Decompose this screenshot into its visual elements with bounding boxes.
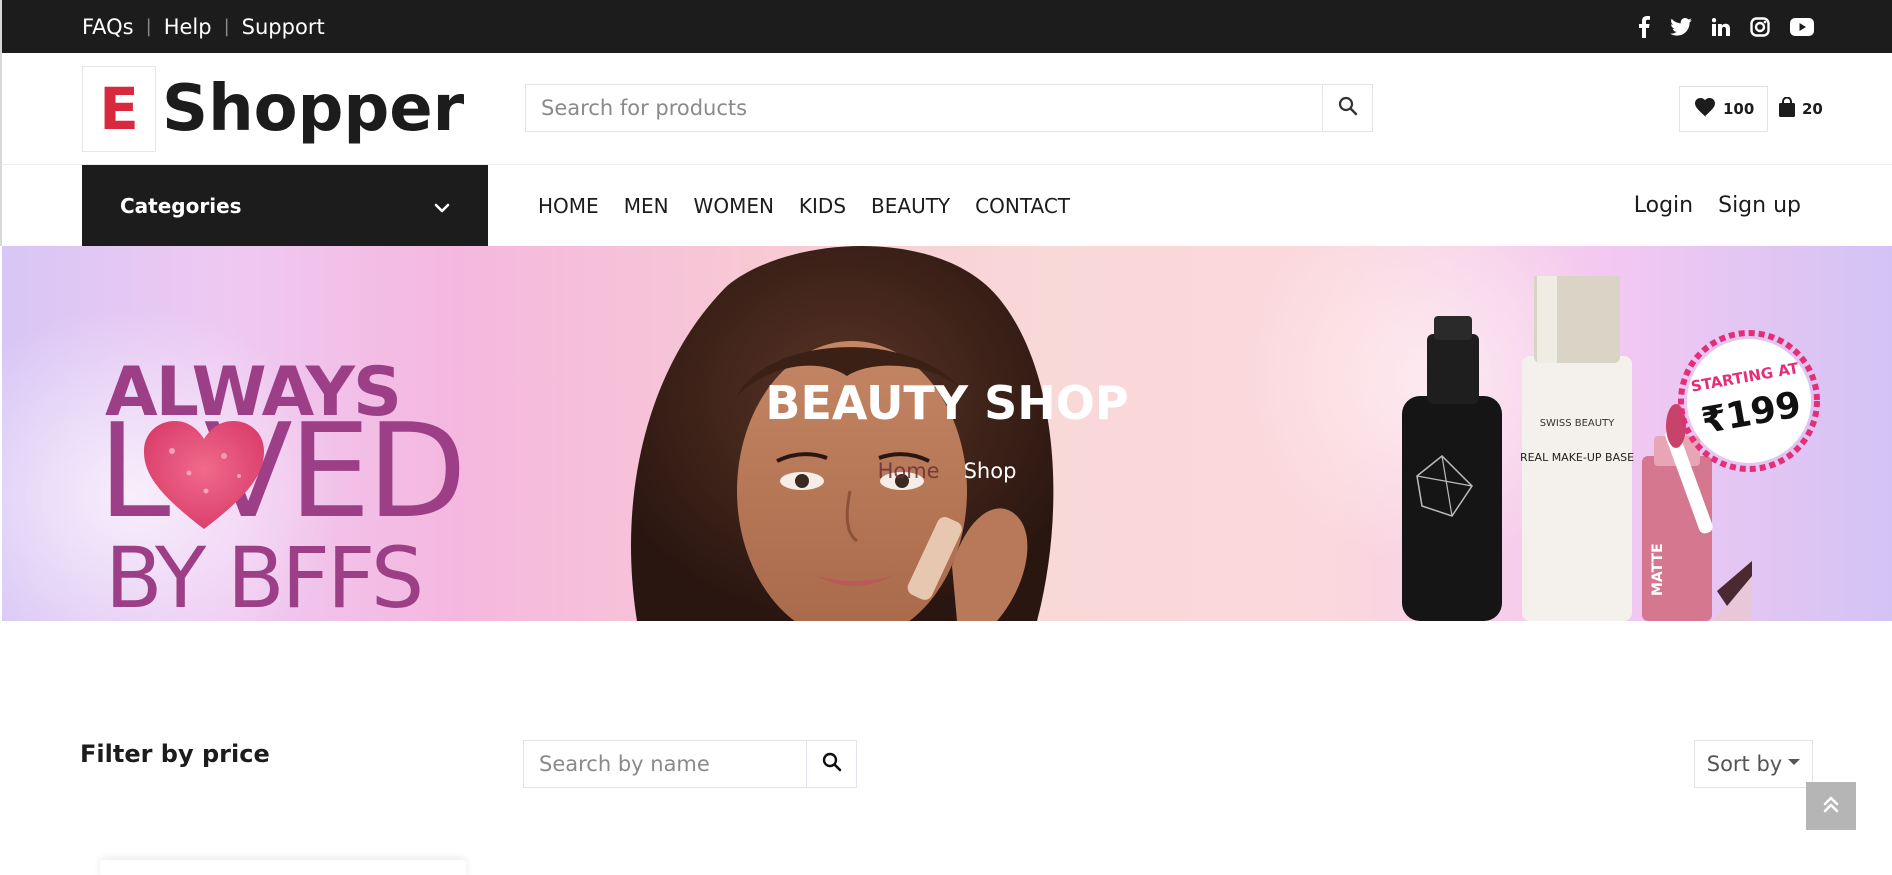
filter-by-price-heading: Filter by price [80, 740, 270, 768]
nav-item-home[interactable]: HOME [538, 194, 599, 218]
login-link[interactable]: Login [1634, 193, 1693, 218]
sort-by-dropdown[interactable]: Sort by [1694, 740, 1813, 788]
twitter-icon[interactable] [1670, 17, 1692, 36]
site-logo[interactable]: E Shopper [82, 66, 464, 152]
product-search-input[interactable] [526, 85, 1322, 131]
caret-down-icon [1788, 759, 1801, 765]
auth-links: Login Sign up [1634, 165, 1801, 246]
cart-button[interactable]: 20 [1768, 86, 1823, 132]
nav-item-men[interactable]: MEN [624, 194, 669, 218]
signup-link[interactable]: Sign up [1718, 193, 1801, 218]
product-search [525, 84, 1373, 132]
name-search-input[interactable] [524, 741, 806, 787]
support-link[interactable]: Support [242, 15, 325, 39]
nav-item-contact[interactable]: CONTACT [975, 194, 1070, 218]
product-label: SWISS BEAUTY [1540, 418, 1616, 429]
header-counters: 100 20 [1679, 86, 1823, 132]
breadcrumb-current: Shop [963, 459, 1017, 483]
search-icon [822, 752, 842, 776]
categories-dropdown[interactable]: Categories [82, 165, 488, 246]
nav-item-beauty[interactable]: BEAUTY [871, 194, 950, 218]
wishlist-count: 100 [1723, 100, 1755, 118]
model-image [617, 246, 1157, 621]
product-label: REAL MAKE-UP BASE [1520, 451, 1634, 464]
youtube-icon[interactable] [1790, 17, 1814, 36]
nav-item-women[interactable]: WOMEN [694, 194, 774, 218]
sort-by-label: Sort by [1706, 752, 1783, 776]
help-link[interactable]: Help [164, 15, 212, 39]
double-chevron-up-icon [1822, 794, 1840, 818]
price-filter-card [100, 860, 466, 875]
site-header: E Shopper 100 20 [0, 53, 1892, 165]
shopping-bag-icon [1778, 96, 1796, 121]
product-label: MATTE [1650, 543, 1666, 596]
name-search [523, 740, 857, 788]
main-nav: HOME MEN WOMEN KIDS BEAUTY CONTACT [538, 165, 1070, 246]
social-links [1638, 0, 1814, 53]
price-badge: STARTING AT ₹199 [1678, 330, 1820, 472]
name-search-button[interactable] [806, 741, 856, 787]
linkedin-icon[interactable] [1712, 17, 1730, 36]
categories-label: Categories [120, 193, 242, 218]
separator: | [223, 16, 230, 37]
nav-bar: Categories HOME MEN WOMEN KIDS BEAUTY CO… [0, 165, 1892, 246]
back-to-top-button[interactable] [1806, 782, 1856, 830]
instagram-icon[interactable] [1750, 16, 1770, 37]
faqs-link[interactable]: FAQs [82, 15, 134, 39]
separator: | [145, 16, 152, 37]
cart-count: 20 [1802, 100, 1823, 118]
breadcrumb-home[interactable]: Home [878, 459, 940, 483]
nav-item-kids[interactable]: KIDS [799, 194, 846, 218]
hero-banner: ALWAYS L VED BY BFFS BEAUTY SHOP Home Sh… [2, 246, 1892, 621]
facebook-icon[interactable] [1638, 15, 1650, 38]
logo-text: Shopper [162, 72, 465, 146]
promo-text-bffs: BY BFFS [105, 529, 424, 621]
heart-icon [1695, 97, 1717, 121]
top-links: FAQs | Help | Support [82, 0, 325, 53]
search-icon [1338, 96, 1358, 120]
product-search-button[interactable] [1322, 85, 1372, 131]
chevron-down-icon [434, 194, 450, 218]
logo-mark: E [82, 66, 156, 152]
wishlist-button[interactable]: 100 [1679, 86, 1768, 132]
top-bar: FAQs | Help | Support [0, 0, 1892, 53]
